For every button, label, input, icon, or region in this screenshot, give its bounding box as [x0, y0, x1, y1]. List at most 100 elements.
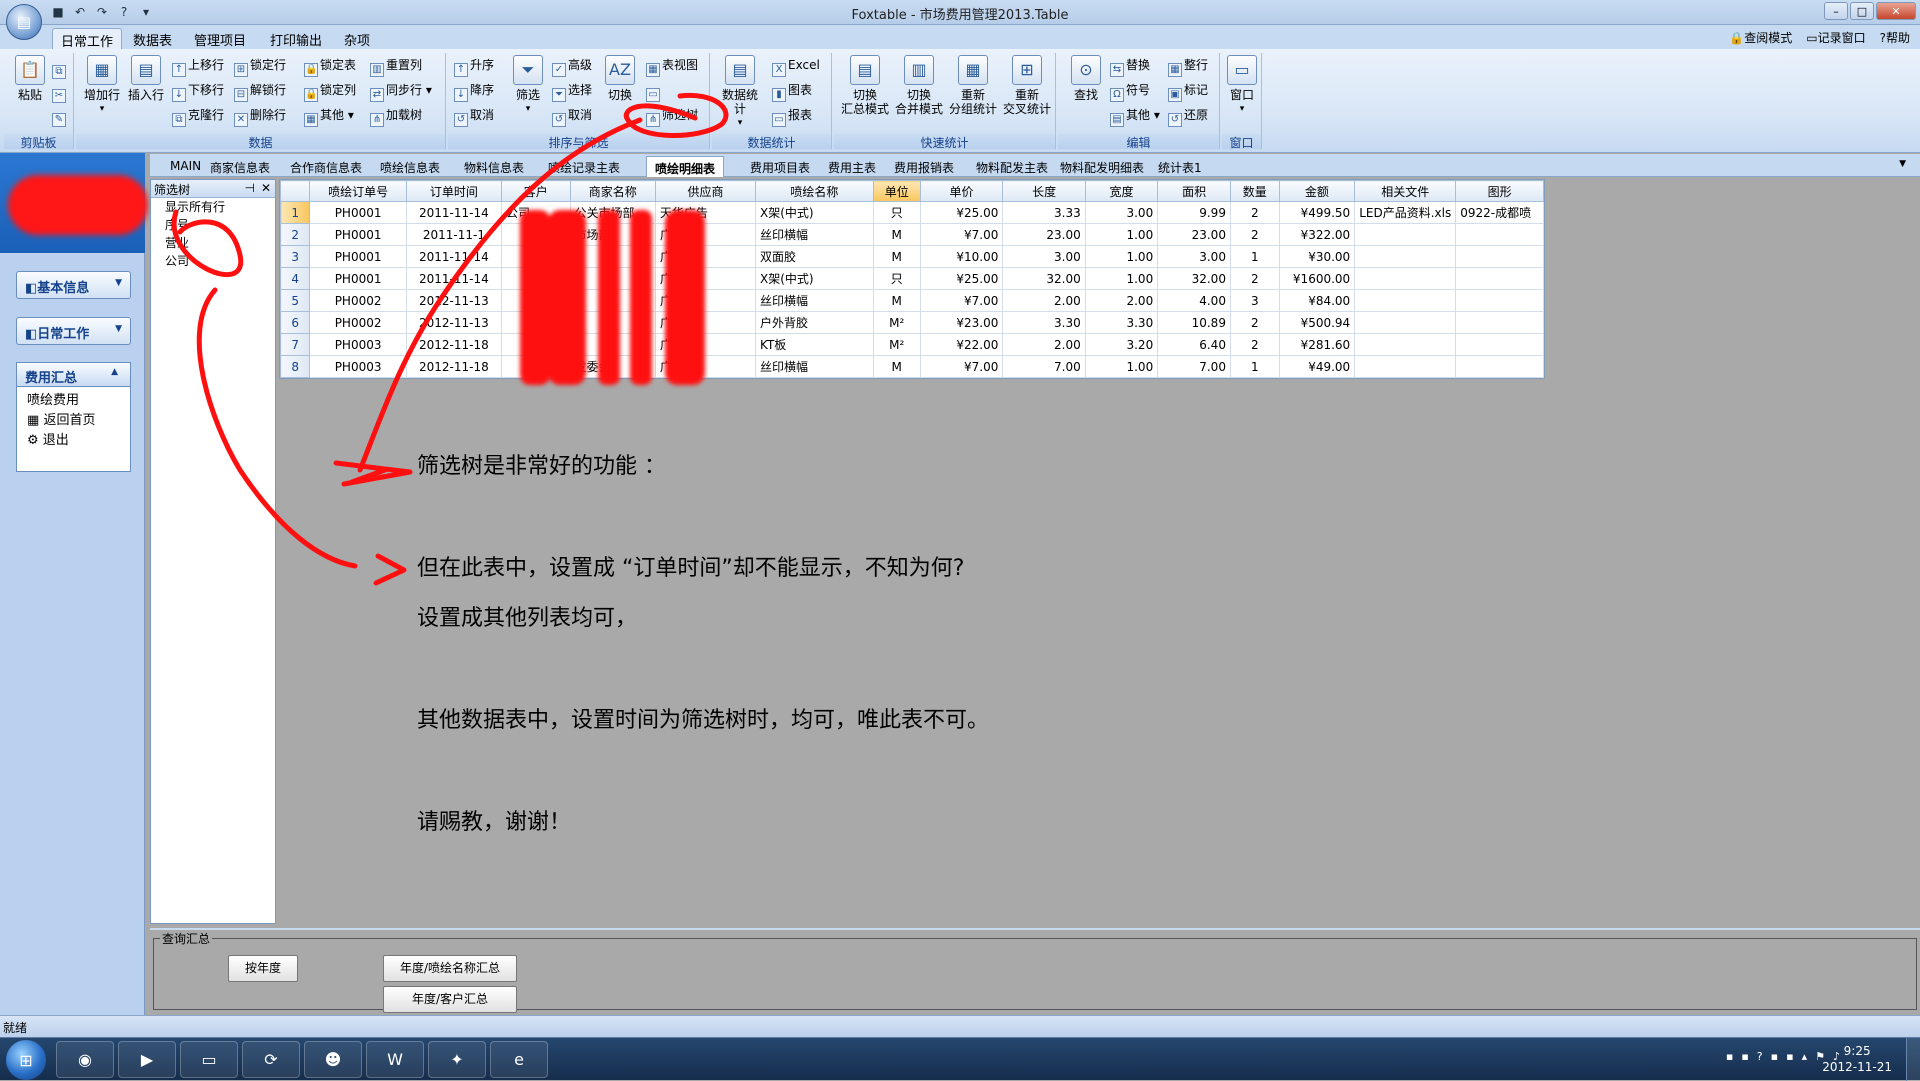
table-cell[interactable]: 2012-11-13: [405, 311, 503, 334]
table-cell[interactable]: ¥1600.00: [1278, 267, 1356, 290]
find-button[interactable]: ⊙ 查找: [1064, 55, 1108, 102]
table-row[interactable]: 1 PH0001 2011-11-14 公司 公关市场部 天华广告 X架(中式) 只 ¥25.0…: [279, 201, 1544, 224]
table-cell[interactable]: ¥25.00: [919, 267, 1004, 290]
table-cell[interactable]: [1455, 333, 1544, 356]
table-cell[interactable]: 户外背胶: [755, 311, 874, 334]
doc-tab[interactable]: 费用主表: [820, 156, 884, 177]
report-button[interactable]: ▭ 报表: [772, 105, 812, 127]
table-cell[interactable]: PH0003: [309, 355, 407, 378]
filter-button[interactable]: ⏷ 筛选 ▾: [506, 55, 550, 116]
table-cell[interactable]: 2: [1229, 311, 1280, 334]
close-icon[interactable]: ✕: [261, 181, 271, 195]
table-cell[interactable]: 32.00: [1002, 267, 1086, 290]
row-number[interactable]: 3: [279, 245, 311, 268]
table-cell[interactable]: 1.00: [1084, 245, 1159, 268]
lock-table-button[interactable]: 🔒 锁定表: [304, 55, 356, 77]
column-header[interactable]: 单价: [919, 180, 1004, 202]
table-cell[interactable]: 2011-11-14: [405, 245, 503, 268]
ribbon-tab-misc[interactable]: 杂项: [336, 28, 378, 49]
table-cell[interactable]: [1455, 311, 1544, 334]
table-cell[interactable]: M: [872, 245, 921, 268]
table-cell[interactable]: ¥10.00: [919, 245, 1004, 268]
table-cell[interactable]: 23.00: [1157, 223, 1231, 246]
table-cell[interactable]: M²: [872, 333, 921, 356]
load-tree-button[interactable]: ⋔ 加载树: [370, 105, 422, 127]
doc-tab[interactable]: 物料配发主表: [968, 156, 1056, 177]
table-cell[interactable]: ¥22.00: [919, 333, 1004, 356]
table-cell[interactable]: KT板: [755, 333, 874, 356]
doc-tab[interactable]: 喷绘信息表: [372, 156, 448, 177]
minimize-button[interactable]: –: [1824, 2, 1848, 20]
table-cell[interactable]: 3.00: [1157, 245, 1231, 268]
table-cell[interactable]: [501, 311, 571, 334]
restore-button[interactable]: ↺ 还原: [1168, 105, 1208, 127]
table-cell[interactable]: 2: [1229, 223, 1280, 246]
advanced-filter-button[interactable]: ✓ 高级: [552, 55, 592, 77]
by-year-button[interactable]: 按年度: [228, 955, 298, 982]
taskbar-foxtable[interactable]: ✦: [428, 1041, 486, 1078]
filter-tree-item[interactable]: 营业: [151, 234, 275, 252]
table-cell[interactable]: 2012-11-18: [405, 355, 503, 378]
tray-icon[interactable]: ▪: [1771, 1050, 1778, 1063]
symbol-button[interactable]: Ω 符号: [1110, 80, 1150, 102]
table-cell[interactable]: 2: [1229, 333, 1280, 356]
move-down-row-button[interactable]: ↓ 下移行: [172, 80, 224, 102]
table-cell[interactable]: 1.00: [1084, 223, 1159, 246]
column-header[interactable]: 客户: [501, 180, 571, 202]
table-cell[interactable]: 市场部: [569, 223, 656, 246]
table-cell[interactable]: [1354, 355, 1457, 378]
move-up-row-button[interactable]: ↑ 上移行: [172, 55, 224, 77]
table-cell[interactable]: 3: [1229, 289, 1280, 312]
table-cell[interactable]: M: [872, 289, 921, 312]
reset-columns-button[interactable]: ▥ 重置列: [370, 55, 422, 77]
tab-overflow-icon[interactable]: ▼: [1891, 156, 1914, 177]
column-header[interactable]: 宽度: [1084, 180, 1159, 202]
table-cell[interactable]: [569, 267, 656, 290]
column-header[interactable]: 图形: [1455, 180, 1544, 202]
doc-tab[interactable]: 物料配发明细表: [1052, 156, 1152, 177]
table-cell[interactable]: 2011-11-14: [405, 267, 503, 290]
sort-asc-button[interactable]: ↑ 升序: [454, 55, 494, 77]
insert-row-button[interactable]: ▤ 插入行: [124, 55, 168, 102]
table-cell[interactable]: 只: [872, 267, 921, 290]
select-filter-button[interactable]: ⏷ 选择: [552, 80, 592, 102]
network-icon[interactable]: ▴: [1802, 1050, 1808, 1063]
cut-button[interactable]: ✂: [52, 81, 68, 103]
table-cell[interactable]: [569, 333, 656, 356]
table-view-button[interactable]: ▦ 表视图: [646, 55, 698, 77]
table-cell[interactable]: [1455, 245, 1544, 268]
regroup-stats-button[interactable]: ▦ 重新 分组统计: [948, 55, 998, 116]
table-cell[interactable]: LED产品资料.xls: [1354, 201, 1457, 224]
table-cell[interactable]: 广告: [654, 355, 757, 378]
app-menu-button[interactable]: ▤: [6, 4, 42, 40]
table-cell[interactable]: 23.00: [1002, 223, 1086, 246]
excel-button[interactable]: X Excel: [772, 55, 820, 77]
data-stats-button[interactable]: ▤ 数据统计 ▾: [718, 55, 762, 130]
taskbar-app-4[interactable]: ⟳: [242, 1041, 300, 1078]
column-header[interactable]: 面积: [1157, 180, 1231, 202]
row-number[interactable]: 2: [279, 223, 311, 246]
tray-icon[interactable]: ▪: [1786, 1050, 1793, 1063]
table-cell[interactable]: 2012-11-18: [405, 333, 503, 356]
table-cell[interactable]: PH0002: [309, 311, 407, 334]
table-cell[interactable]: [1354, 223, 1457, 246]
column-header[interactable]: 供应商: [654, 180, 757, 202]
table-cell[interactable]: [501, 223, 571, 246]
table-cell[interactable]: [1354, 333, 1457, 356]
filter-tree-item[interactable]: 公司: [151, 252, 275, 270]
help-icon[interactable]: ?: [1757, 1050, 1763, 1063]
ribbon-tab-manage[interactable]: 管理项目: [186, 28, 254, 49]
table-row[interactable]: 7 PH0003 2012-11-18 广告 KT板 M² ¥22.00 2.00 3.20 6.…: [279, 333, 1544, 356]
tray-icon[interactable]: ▪: [1741, 1050, 1748, 1063]
table-cell[interactable]: PH0001: [309, 201, 407, 224]
column-header[interactable]: 相关文件: [1354, 180, 1457, 202]
filter-tree-item[interactable]: 序号: [151, 216, 275, 234]
doc-tab[interactable]: 费用报销表: [886, 156, 962, 177]
table-cell[interactable]: [501, 333, 571, 356]
switch-sort-button[interactable]: AZ 切换: [598, 55, 642, 102]
table-cell[interactable]: ¥49.00: [1278, 355, 1356, 378]
table-cell[interactable]: M²: [872, 311, 921, 334]
table-cell[interactable]: 公司: [501, 201, 571, 224]
table-cell[interactable]: PH0001: [309, 245, 407, 268]
doc-tab[interactable]: 合作商信息表: [282, 156, 370, 177]
